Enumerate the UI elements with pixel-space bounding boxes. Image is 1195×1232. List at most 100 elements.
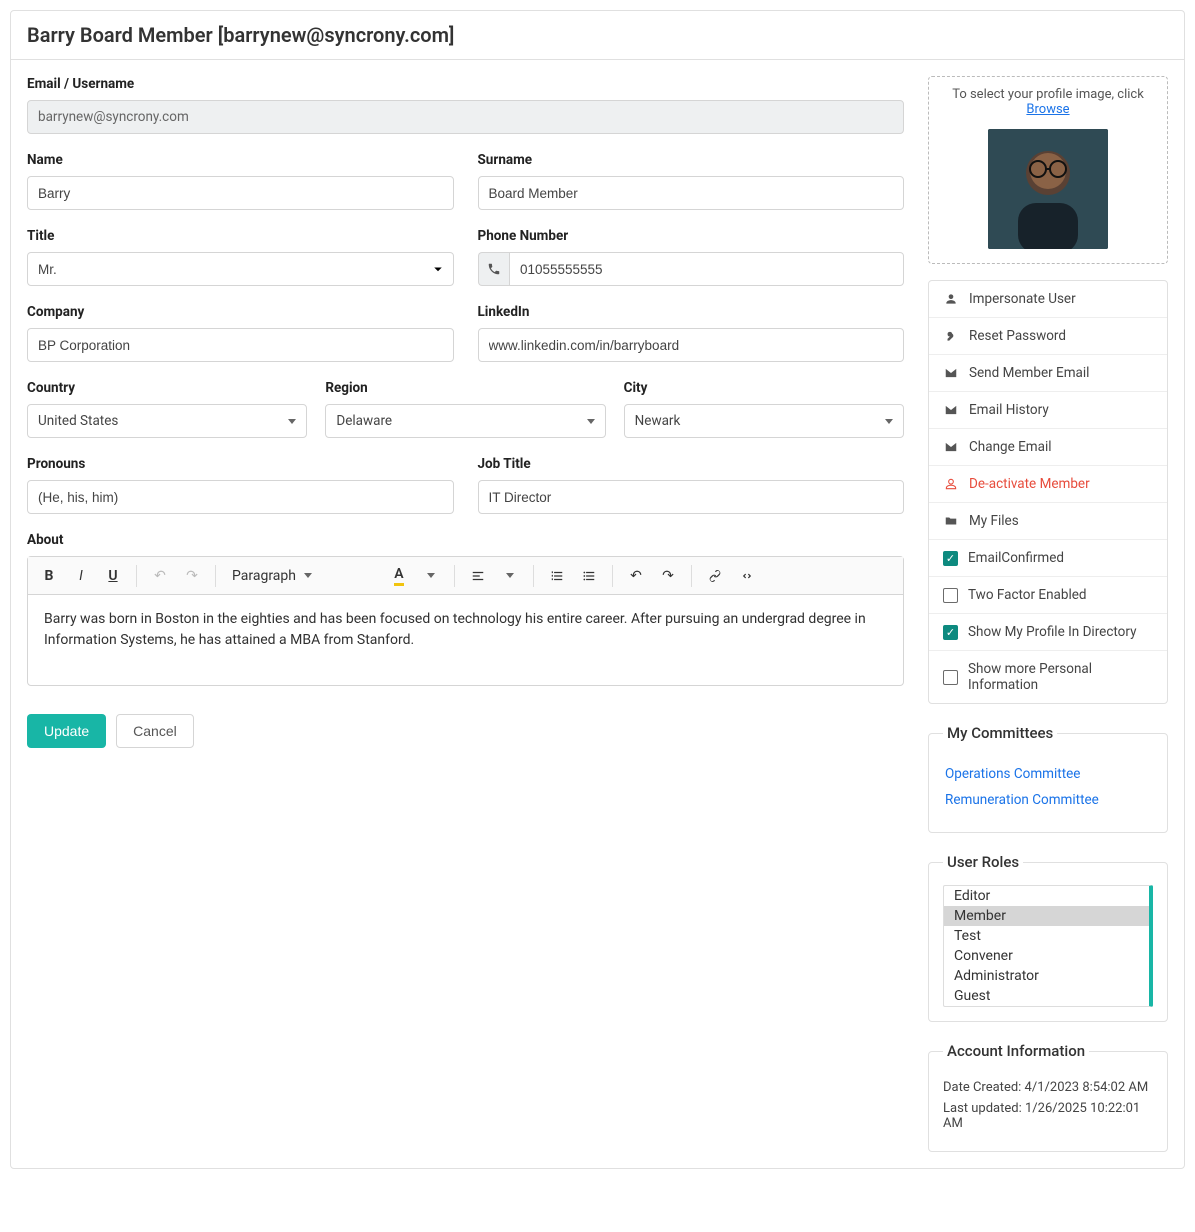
editor-undo-button[interactable]: ↶: [621, 561, 651, 591]
ordered-list-button[interactable]: [542, 561, 572, 591]
paragraph-style-select[interactable]: Paragraph: [224, 568, 320, 584]
two-factor-toggle[interactable]: Two Factor Enabled: [929, 577, 1167, 614]
role-option[interactable]: Test: [944, 926, 1149, 946]
action-label: My Files: [969, 513, 1019, 529]
send-email-action[interactable]: Send Member Email: [929, 355, 1167, 392]
surname-field[interactable]: [478, 176, 905, 210]
region-select[interactable]: Delaware: [325, 404, 605, 438]
company-label: Company: [27, 304, 454, 320]
impersonate-user-action[interactable]: Impersonate User: [929, 281, 1167, 318]
user-roles-title: User Roles: [943, 853, 1023, 871]
browse-link[interactable]: Browse: [1026, 102, 1069, 117]
region-value: Delaware: [336, 413, 392, 429]
city-select[interactable]: Newark: [624, 404, 904, 438]
action-list: Impersonate User Reset Password Send Mem…: [928, 280, 1168, 704]
checkbox-icon: [943, 670, 958, 685]
last-updated-line: Last updated: 1/26/2025 10:22:01 AM: [943, 1101, 1153, 1131]
roles-listbox[interactable]: Editor Member Test Convener Administrato…: [943, 885, 1153, 1007]
mail-icon: [943, 403, 959, 417]
user-impersonate-icon: [943, 292, 959, 306]
folder-icon: [943, 514, 959, 528]
title-select[interactable]: Mr.: [27, 252, 454, 286]
email-field: barrynew@syncrony.com: [27, 100, 904, 134]
phone-icon: [478, 252, 509, 286]
underline-button[interactable]: U: [98, 561, 128, 591]
undo-icon[interactable]: ↶: [145, 561, 175, 591]
cancel-button[interactable]: Cancel: [116, 714, 194, 748]
about-textarea[interactable]: Barry was born in Boston in the eighties…: [28, 595, 903, 685]
date-created-label: Date Created:: [943, 1080, 1025, 1095]
bold-button[interactable]: B: [34, 561, 64, 591]
action-label: Reset Password: [969, 328, 1066, 344]
country-label: Country: [27, 380, 307, 396]
my-committees-block: My Committees Operations Committee Remun…: [928, 724, 1168, 833]
action-label: Impersonate User: [969, 291, 1076, 307]
deactivate-member-action[interactable]: De-activate Member: [929, 466, 1167, 503]
show-more-info-toggle[interactable]: Show more Personal Information: [929, 651, 1167, 703]
redo-icon[interactable]: ↷: [177, 561, 207, 591]
company-field[interactable]: [27, 328, 454, 362]
committee-link[interactable]: Remuneration Committee: [945, 792, 1151, 808]
region-label: Region: [325, 380, 605, 396]
role-option[interactable]: Guest: [944, 986, 1149, 1006]
country-select[interactable]: United States: [27, 404, 307, 438]
editor-redo-button[interactable]: ↷: [653, 561, 683, 591]
action-label: Send Member Email: [969, 365, 1089, 381]
code-button[interactable]: [732, 561, 762, 591]
email-history-action[interactable]: Email History: [929, 392, 1167, 429]
key-icon: [943, 329, 959, 343]
email-label: Email / Username: [27, 76, 904, 92]
committee-link[interactable]: Operations Committee: [945, 766, 1151, 782]
city-label: City: [624, 380, 904, 396]
date-created-line: Date Created: 4/1/2023 8:54:02 AM: [943, 1080, 1153, 1095]
name-field[interactable]: [27, 176, 454, 210]
mail-icon: [943, 366, 959, 380]
email-value: barrynew@syncrony.com: [38, 109, 189, 125]
align-button[interactable]: [463, 561, 493, 591]
align-menu[interactable]: [495, 561, 525, 591]
about-editor: B I U ↶ ↷ Paragraph: [27, 556, 904, 686]
font-color-button[interactable]: A: [384, 561, 414, 591]
email-confirmed-toggle[interactable]: EmailConfirmed: [929, 540, 1167, 577]
link-button[interactable]: [700, 561, 730, 591]
my-committees-title: My Committees: [943, 724, 1057, 742]
role-option[interactable]: Convener: [944, 946, 1149, 966]
pronouns-field[interactable]: [27, 480, 454, 514]
role-option[interactable]: Administrator: [944, 966, 1149, 986]
reset-password-action[interactable]: Reset Password: [929, 318, 1167, 355]
phone-field[interactable]: [509, 252, 904, 286]
panel-header: Barry Board Member [barrynew@syncrony.co…: [11, 11, 1184, 60]
check-label: Show more Personal Information: [968, 661, 1153, 693]
page-title: Barry Board Member [barrynew@syncrony.co…: [27, 23, 1168, 47]
action-label: De-activate Member: [969, 476, 1090, 492]
action-label: Email History: [969, 402, 1049, 418]
jobtitle-field[interactable]: [478, 480, 905, 514]
unordered-list-button[interactable]: [574, 561, 604, 591]
my-files-action[interactable]: My Files: [929, 503, 1167, 540]
profile-image-upload[interactable]: To select your profile image, click Brow…: [928, 76, 1168, 264]
chevron-down-icon: [885, 419, 893, 424]
side-column: To select your profile image, click Brow…: [928, 76, 1168, 1152]
check-label: Show My Profile In Directory: [968, 624, 1153, 640]
role-option[interactable]: Editor: [944, 886, 1149, 906]
change-email-action[interactable]: Change Email: [929, 429, 1167, 466]
chevron-down-icon: [587, 419, 595, 424]
country-value: United States: [38, 413, 118, 429]
linkedin-field[interactable]: [478, 328, 905, 362]
show-profile-toggle[interactable]: Show My Profile In Directory: [929, 614, 1167, 651]
font-color-menu[interactable]: [416, 561, 446, 591]
action-label: Change Email: [969, 439, 1052, 455]
linkedin-label: LinkedIn: [478, 304, 905, 320]
last-updated-label: Last updated:: [943, 1101, 1025, 1116]
main-column: Email / Username barrynew@syncrony.com N…: [27, 76, 904, 1152]
check-label: Two Factor Enabled: [968, 587, 1153, 603]
mail-icon: [943, 440, 959, 454]
phone-label: Phone Number: [478, 228, 905, 244]
account-info-block: Account Information Date Created: 4/1/20…: [928, 1042, 1168, 1152]
name-label: Name: [27, 152, 454, 168]
role-option[interactable]: Member: [944, 906, 1149, 926]
italic-button[interactable]: I: [66, 561, 96, 591]
checkbox-icon: [943, 588, 958, 603]
user-off-icon: [943, 477, 959, 491]
update-button[interactable]: Update: [27, 714, 106, 748]
